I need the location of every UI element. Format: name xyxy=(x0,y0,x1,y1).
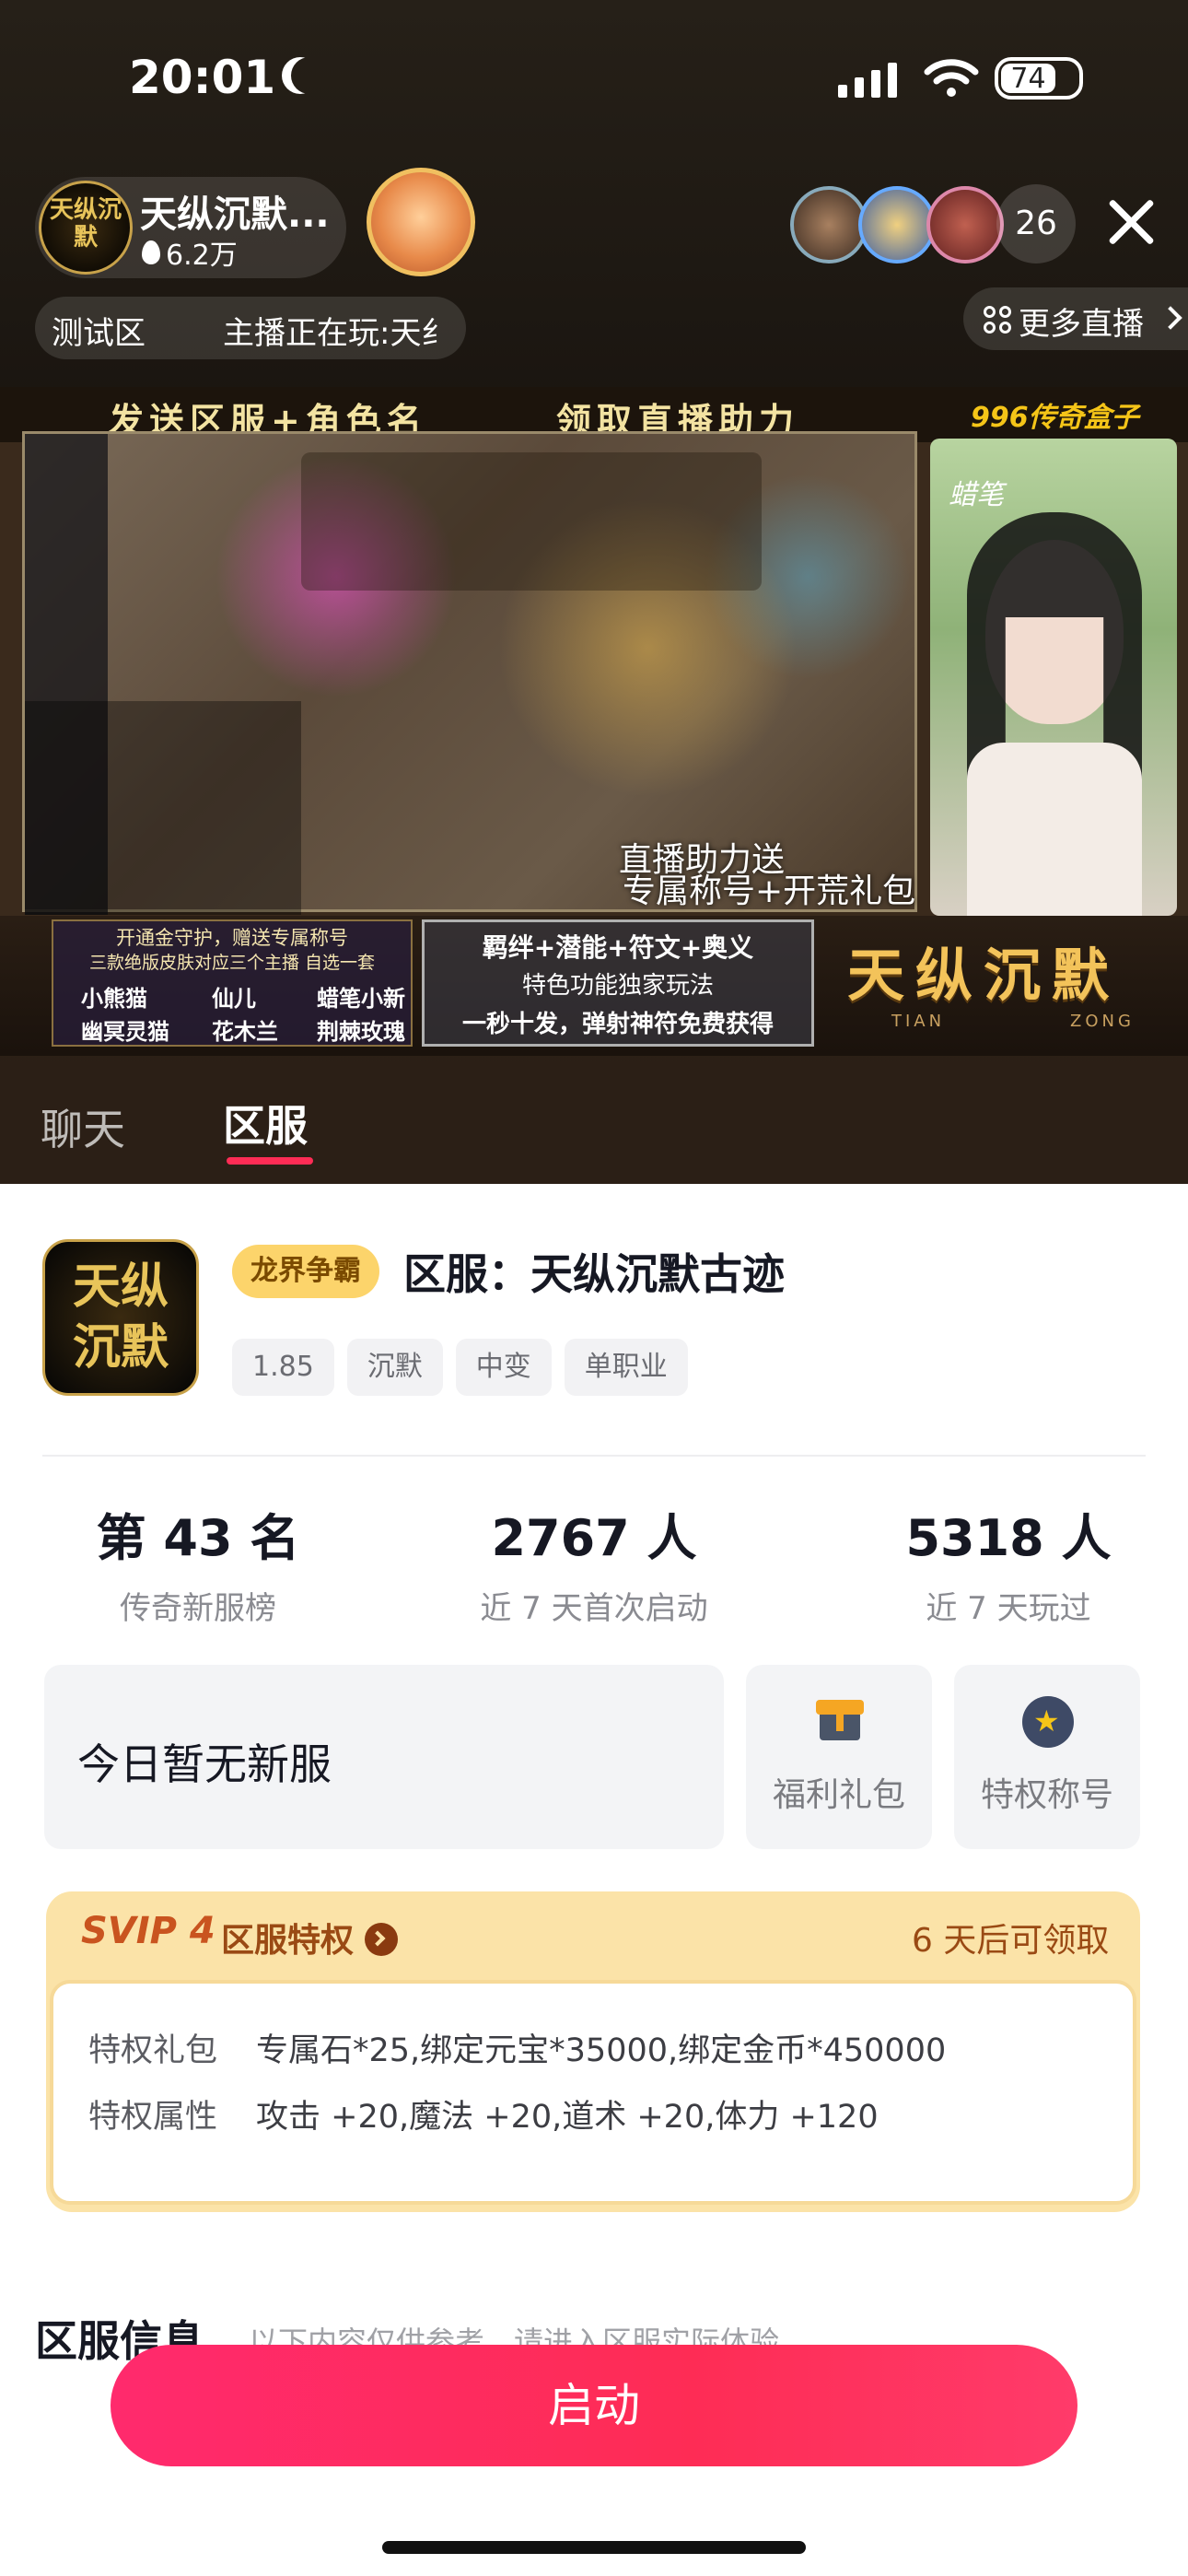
svip-privilege-card[interactable]: SVIP 4 区服特权 6 天后可领取 特权礼包 专属石*25,绑定元宝*350… xyxy=(46,1891,1140,2212)
svip-title: 区服特权 xyxy=(221,1922,355,1960)
server-tag: 中变 xyxy=(455,1339,552,1396)
fan-badge-icon[interactable] xyxy=(367,168,475,276)
home-indicator xyxy=(382,2541,806,2554)
privilege-title-button[interactable]: ★ 特权称号 xyxy=(954,1665,1140,1849)
new-server-text: 今日暂无新服 xyxy=(77,1739,332,1789)
promo-guard: 开通金守护，赠送专属称号 三款绝版皮肤对应三个主播 自选一套 小熊猫 仙儿 蜡笔… xyxy=(52,919,413,1047)
promo-features: 羁绊+潜能+符文+奥义 特色功能独家玩法 一秒十发，弹射神符免费获得 xyxy=(422,919,814,1047)
gift-pack-label: 福利礼包 xyxy=(772,1776,905,1814)
stat-rank: 第 43 名 传奇新服榜 xyxy=(96,1509,300,1627)
stat-first-launch: 2767 人 近 7 天首次启动 xyxy=(480,1509,708,1627)
svip-status: 6 天后可领取 xyxy=(912,1922,1110,1960)
chevron-right-icon[interactable] xyxy=(365,1923,398,1956)
signal-icon xyxy=(838,61,897,98)
assist-line-2: 专属称号+开荒礼包 xyxy=(623,872,916,910)
streamer-camera: 蜡笔 xyxy=(930,439,1177,916)
server-badge: 龙界争霸 xyxy=(232,1245,379,1298)
gift-icon xyxy=(816,1700,864,1740)
server-tag: 单职业 xyxy=(564,1339,688,1396)
svip-row-label: 特权属性 xyxy=(88,2099,218,2136)
server-title: 区服：天纵沉默古迹 xyxy=(403,1249,785,1299)
svip-row-label: 特权礼包 xyxy=(88,2032,218,2069)
close-icon[interactable] xyxy=(1105,196,1157,248)
ticker-section: 测试区 xyxy=(52,315,146,352)
chevron-right-icon xyxy=(1159,306,1182,330)
status-time: 20:01 xyxy=(129,51,276,104)
privilege-title-label: 特权称号 xyxy=(980,1776,1113,1814)
streamer-card[interactable]: 天纵沉默 天纵沉默... 6.2万 xyxy=(35,177,346,278)
tab-indicator xyxy=(227,1157,313,1165)
live-room: 20:01 74 天纵沉默 天纵沉默... 6.2万 26 测试区 主播正在玩:… xyxy=(0,0,1188,1184)
viewer-avatar[interactable] xyxy=(926,186,1004,263)
start-button[interactable]: 启动 xyxy=(111,2345,1077,2466)
viewer-avatar[interactable] xyxy=(790,186,868,263)
star-badge-icon: ★ xyxy=(1022,1696,1074,1748)
new-server-card[interactable]: 今日暂无新服 xyxy=(44,1665,724,1849)
streamer-sign: 蜡笔 xyxy=(949,479,1004,511)
battery-icon: 74 xyxy=(995,57,1083,100)
box-brand: 996传奇盒子 xyxy=(971,402,1139,434)
svip-brand: SVIP 4 xyxy=(81,1910,215,1952)
flame-icon xyxy=(142,240,160,264)
viewer-count[interactable]: 26 xyxy=(996,184,1076,263)
server-tag: 沉默 xyxy=(346,1339,443,1396)
svip-row-value: 攻击 +20,魔法 +20,道术 +20,体力 +120 xyxy=(256,2099,879,2136)
server-tags: 1.85 沉默 中变 单职业 xyxy=(232,1339,701,1396)
popularity-count: 6.2万 xyxy=(166,240,238,272)
tab-chat[interactable]: 聊天 xyxy=(41,1096,125,1157)
tab-server[interactable]: 区服 xyxy=(223,1093,308,1153)
stat-played: 5318 人 近 7 天玩过 xyxy=(905,1509,1112,1627)
streamer-avatar[interactable]: 天纵沉默 xyxy=(39,181,133,275)
ticker-playing: 主播正在玩:天纟 xyxy=(223,315,453,352)
live-video[interactable]: 发送区服+角色名 领取直播助力 996传奇盒子 直播助力送 专属称号+开荒礼包 … xyxy=(0,387,1188,1056)
more-live-label: 更多直播 xyxy=(1019,306,1144,343)
svip-detail: 特权礼包 专属石*25,绑定元宝*35000,绑定金币*450000 特权属性 … xyxy=(50,1980,1136,2205)
game-logo: 天纵沉默 xyxy=(847,942,1121,1009)
streamer-name: 天纵沉默... xyxy=(140,193,330,236)
viewer-avatar[interactable] xyxy=(858,186,936,263)
grid-icon xyxy=(984,306,1011,334)
moon-icon xyxy=(291,57,328,94)
divider xyxy=(42,1455,1146,1457)
wifi-icon xyxy=(924,59,979,97)
game-app-icon[interactable]: 天纵沉默 xyxy=(42,1239,199,1396)
more-live-button[interactable]: 更多直播 xyxy=(963,287,1188,350)
ticker-pill[interactable]: 测试区 主播正在玩:天纟 xyxy=(35,297,466,359)
svip-row-value: 专属石*25,绑定元宝*35000,绑定金币*450000 xyxy=(256,2032,947,2069)
gift-pack-button[interactable]: 福利礼包 xyxy=(746,1665,932,1849)
server-tag: 1.85 xyxy=(232,1339,334,1396)
